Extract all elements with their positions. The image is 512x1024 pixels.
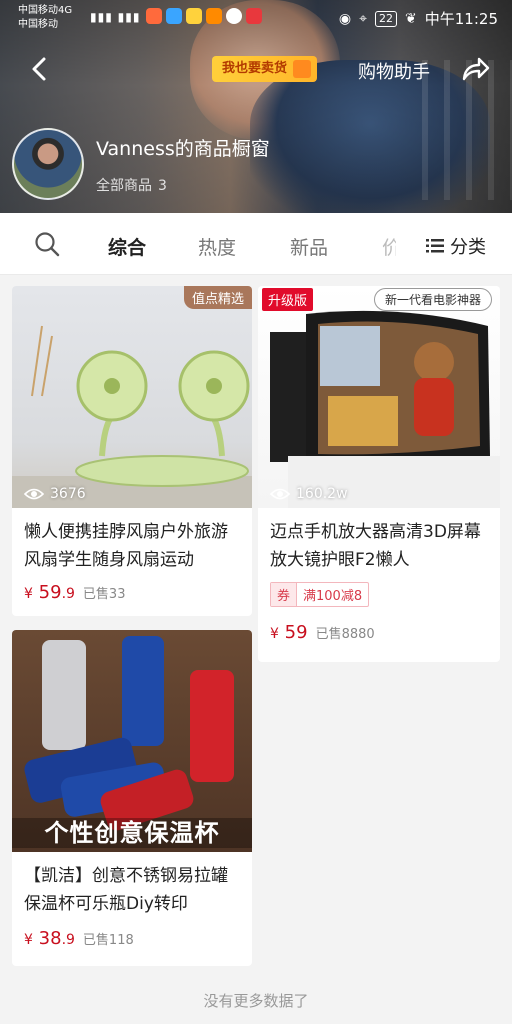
all-items-count[interactable]: 全部商品 3 [96,175,167,195]
screen-magnifier-illustration [270,310,500,508]
price: ¥ 59 [270,622,308,643]
promo-banner: 新一代看电影神器 [373,288,492,311]
featured-badge: 值点精选 [183,286,252,309]
location-icon: ⌖ [359,10,368,27]
product-image[interactable]: 升级版 新一代看电影神器 160.2w [258,286,500,508]
price: ¥ 38.9 [24,928,75,949]
no-more-data-text: 没有更多数据了 [203,992,309,1010]
category-button[interactable]: 分类 [426,233,486,259]
store-title: Vanness的商品橱窗 [96,138,270,160]
tab-popularity[interactable]: 热度 [198,233,236,260]
battery-icon: 22 [375,10,398,27]
list-icon [426,239,444,253]
view-count: 3676 [24,486,86,502]
product-image[interactable]: 值点精选 3676 [12,286,252,508]
back-arrow-icon[interactable] [28,56,50,82]
coupon-tag[interactable]: 券 满100减8 [270,582,370,607]
product-card[interactable]: 值点精选 3676 懒人便携挂脖风扇户外旅游风扇学生随身风扇运动 ¥ 59.9 … [12,286,252,616]
carrier-info: 中国移动4G 中国移动 [18,5,73,30]
cart-icon [293,60,312,78]
app-icon [146,8,162,24]
app-icon [206,8,222,24]
shopping-assistant-link[interactable]: 购物助手 [358,58,430,84]
tab-new[interactable]: 新品 [290,233,328,260]
signal-icon: ▮▮▮ ▮▮▮ [90,10,141,24]
share-icon[interactable] [460,56,490,82]
product-title[interactable]: 迈点手机放大器高清3D屏幕放大镜护眼F2懒人 [258,508,500,574]
view-count: 160.2w [270,486,348,502]
avatar[interactable] [12,128,84,200]
status-bar: 中国移动4G 中国移动 ▮▮▮ ▮▮▮ ◉ ⌖ 22 ❦ 中午11:25 [0,0,512,34]
clock: 中午11:25 [424,10,498,28]
product-image[interactable]: 个性创意保温杯 [12,630,252,852]
price-row: ¥ 59.9 已售33 [24,582,125,603]
store-header: 中国移动4G 中国移动 ▮▮▮ ▮▮▮ ◉ ⌖ 22 ❦ 中午11:25 我也要… [0,0,512,213]
product-card[interactable]: 升级版 新一代看电影神器 160.2w 迈点手机放大器高清3D屏幕放大镜护眼F2… [258,286,500,662]
tab-comprehensive[interactable]: 综合 [108,233,146,260]
neck-fan-illustration [12,325,252,508]
search-icon[interactable] [34,231,60,257]
leaf-icon: ❦ [405,10,417,27]
price-row: ¥ 38.9 已售118 [24,928,134,949]
product-card[interactable]: 个性创意保温杯 【凯洁】创意不锈钢易拉罐保温杯可乐瓶Diy转印 ¥ 38.9 已… [12,630,252,966]
eye-icon [24,488,44,500]
eye-icon: ◉ [338,10,352,27]
upgrade-badge: 升级版 [262,288,314,311]
notification-icons [146,8,262,24]
app-icon [246,8,262,24]
price: ¥ 59.9 [24,582,75,603]
sold-count: 已售33 [82,587,126,602]
product-title[interactable]: 懒人便携挂脖风扇户外旅游风扇学生随身风扇运动 [12,508,252,574]
eye-icon [270,488,290,500]
image-caption: 个性创意保温杯 [12,818,252,848]
app-icon [166,8,182,24]
app-icon [186,8,202,24]
product-title[interactable]: 【凯洁】创意不锈钢易拉罐保温杯可乐瓶Diy转印 [12,852,252,918]
sell-goods-button[interactable]: 我也要卖货 [212,56,318,82]
chat-icon [226,8,242,24]
sold-count: 已售118 [82,933,134,948]
sort-tab-bar: 综合 热度 新品 价 分类 [0,213,512,275]
price-row: ¥ 59 已售8880 [270,622,375,643]
sold-count: 已售8880 [315,627,375,642]
